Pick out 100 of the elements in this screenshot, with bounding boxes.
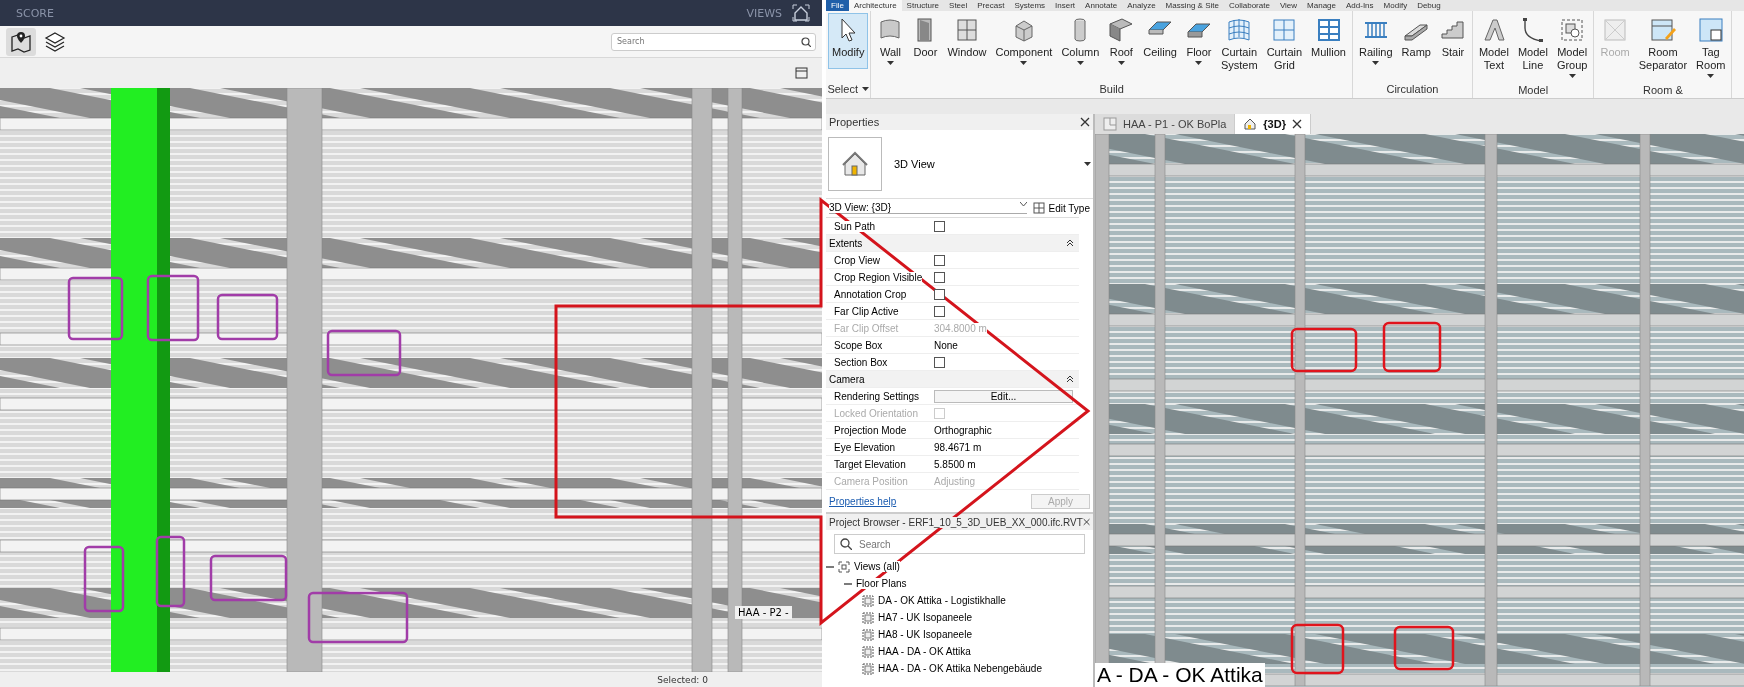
chevron-icon: [1020, 202, 1028, 206]
home-icon[interactable]: [792, 4, 810, 22]
ribbon-tool-button[interactable]: Railing: [1354, 13, 1397, 68]
highlight-box: [216, 293, 279, 341]
highlight-box: [1290, 327, 1358, 373]
app-title: SCORE: [16, 6, 55, 20]
instance-dropdown[interactable]: 3D View: {3D}: [829, 202, 1028, 214]
map-tool-button[interactable]: [6, 27, 36, 56]
ribbon-tool-button[interactable]: Curtain System: [1216, 13, 1262, 75]
ribbon-tool-button[interactable]: Floor: [1181, 13, 1216, 68]
ribbon-tool-button[interactable]: Room Separator: [1634, 13, 1692, 75]
help-link[interactable]: Properties help: [829, 495, 897, 507]
ribbon-tool-button[interactable]: Wall: [873, 13, 908, 68]
highlight-box: [83, 545, 125, 613]
highlight-box: [1393, 625, 1455, 671]
ribbon-tool-button[interactable]: Model Text: [1474, 13, 1513, 75]
ribbon-tab[interactable]: Insert: [1050, 0, 1081, 11]
ribbon-tool-button[interactable]: Roof: [1104, 13, 1139, 68]
ribbon-tab[interactable]: Collaborate: [1223, 0, 1275, 11]
caret-icon[interactable]: [862, 87, 869, 91]
highlight-box: [146, 274, 200, 342]
ribbon-tool-button[interactable]: Ramp: [1397, 13, 1435, 62]
panel-title: Properties: [829, 116, 880, 128]
ribbon-tool-button[interactable]: Mullion: [1307, 13, 1350, 62]
tree-item[interactable]: HAA - DA - OK Attika Nebengebäude: [878, 663, 1042, 674]
floor-plan-icon: [1103, 117, 1117, 131]
property-label: Scope Box: [834, 339, 883, 351]
group-header[interactable]: Camera: [826, 371, 1079, 388]
floor-plan-icon: [862, 645, 874, 658]
caret-icon: [1707, 74, 1715, 78]
view-label: HAA - P2 -: [735, 606, 792, 619]
group-header[interactable]: Extents: [826, 235, 1079, 252]
search-icon: [840, 538, 852, 550]
property-label: Target Elevation: [834, 458, 906, 470]
ribbon-tool-button[interactable]: Component: [991, 13, 1057, 68]
tag-icon: [1696, 16, 1725, 44]
property-value: 5.8500 m: [934, 458, 976, 470]
close-icon[interactable]: [1291, 119, 1302, 129]
ribbon-tab[interactable]: View: [1274, 0, 1303, 11]
panel-title: Room &: [1643, 83, 1683, 96]
property-label: Rendering Settings: [834, 390, 920, 402]
highlight-box: [1290, 623, 1345, 675]
ribbon-tab[interactable]: Analyze: [1122, 0, 1161, 11]
ribbon-tool-button[interactable]: Tag Room: [1692, 13, 1730, 81]
ribbon-tab[interactable]: Add-Ins: [1341, 0, 1379, 11]
ribbon-tab[interactable]: Architecture: [848, 0, 902, 11]
ribbon-tool-button[interactable]: Modify: [828, 13, 869, 69]
property-label: Camera Position: [834, 475, 908, 487]
edit-button[interactable]: Edit...: [934, 389, 1073, 403]
panel-title: Project Browser - ERF1_10_5_3D_UEB_XX_000.ifc.RVT: [829, 516, 1083, 528]
window-icon[interactable]: [795, 67, 808, 79]
checkbox[interactable]: [934, 356, 945, 368]
panel-title: Select: [827, 83, 858, 95]
checkbox[interactable]: [934, 305, 945, 317]
ribbon-tab[interactable]: Massing & Site: [1160, 0, 1224, 11]
caret-icon: [1372, 61, 1380, 65]
ribbon-tool-button[interactable]: Curtain Grid: [1262, 13, 1307, 75]
caret-icon: [1076, 61, 1084, 65]
ribbon-tab[interactable]: Structure: [901, 0, 945, 11]
ribbon-tool-button[interactable]: Model Line: [1513, 13, 1552, 75]
tree-item[interactable]: HA7 - UK Isopaneele: [878, 612, 972, 623]
tree-item[interactable]: HAA - DA - OK Attika: [878, 646, 971, 657]
ribbon-tab[interactable]: Annotate: [1080, 0, 1123, 11]
document-tab[interactable]: {3D}: [1235, 114, 1311, 134]
ribbon-tab[interactable]: Systems: [1009, 0, 1051, 11]
property-value: None: [934, 339, 958, 351]
ribbon-tool-button[interactable]: Door: [908, 13, 943, 62]
checkbox[interactable]: [934, 271, 945, 283]
collapse-icon: [1067, 376, 1073, 382]
ribbon-tab[interactable]: Debug: [1412, 0, 1446, 11]
ribbon-tool-button[interactable]: Model Group: [1552, 13, 1592, 81]
ribbon-tab[interactable]: Precast: [972, 0, 1010, 11]
checkbox[interactable]: [934, 288, 945, 300]
panel-title: Model: [1518, 83, 1549, 96]
house-icon: [841, 150, 869, 178]
ribbon-tab[interactable]: Manage: [1302, 0, 1341, 11]
document-tab[interactable]: HAA - P1 - OK BoPla: [1095, 114, 1236, 134]
ribbon-tool-button[interactable]: Ceiling: [1139, 13, 1181, 62]
ribbon-tab[interactable]: Steel: [944, 0, 973, 11]
status-text: Selected: 0: [657, 674, 708, 685]
edit-type-button[interactable]: Edit Type: [1033, 202, 1090, 214]
property-label: Far Clip Offset: [834, 322, 899, 334]
ribbon-tool-button[interactable]: Window: [943, 13, 991, 62]
ribbon-tab[interactable]: Modify: [1378, 0, 1413, 11]
search-field[interactable]: Search: [834, 534, 1085, 554]
tree-item[interactable]: Views (all): [854, 561, 900, 572]
checkbox[interactable]: [934, 220, 945, 232]
file-menu-tab[interactable]: File: [826, 0, 849, 11]
tree-item[interactable]: HA8 - UK Isopaneele: [878, 629, 972, 640]
ribbon-tool-button[interactable]: Column: [1057, 13, 1104, 68]
checkbox[interactable]: [934, 254, 945, 266]
type-selector[interactable]: 3D View: [826, 130, 1093, 199]
search-field[interactable]: Search: [611, 32, 816, 51]
tree-item[interactable]: DA - OK Attika - Logistikhalle: [878, 595, 1006, 606]
property-value: 98.4671 m: [934, 441, 982, 453]
property-label: Far Clip Active: [834, 305, 899, 317]
close-icon[interactable]: [1080, 117, 1090, 127]
ribbon-tool-button[interactable]: Stair: [1435, 13, 1470, 62]
floor-plan-icon: [862, 662, 874, 675]
tree-item[interactable]: Floor Plans: [856, 578, 907, 589]
